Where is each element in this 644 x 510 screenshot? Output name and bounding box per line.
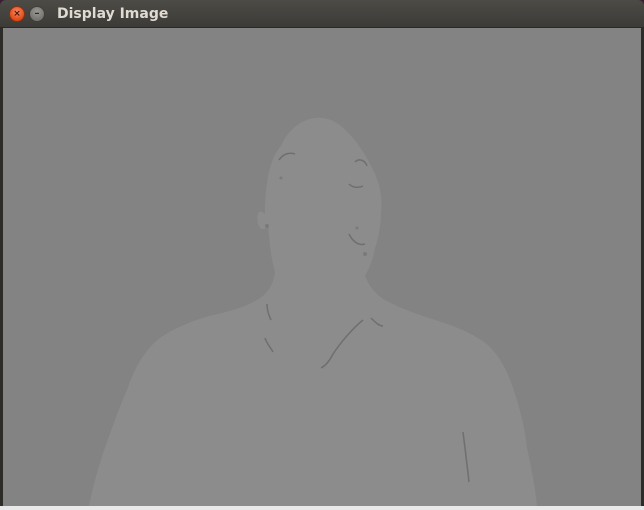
minimize-button[interactable]: – (29, 6, 45, 22)
window-title: Display Image (57, 6, 169, 22)
close-button[interactable]: × (9, 6, 25, 22)
depth-map-image (89, 117, 537, 506)
close-icon: × (13, 8, 21, 19)
window-bottom-edge (0, 506, 644, 510)
silhouette-shape (89, 117, 537, 506)
minimize-icon: – (34, 8, 40, 19)
image-display-area (3, 28, 641, 506)
app-window: × – Display Image (0, 0, 644, 510)
title-bar[interactable]: × – Display Image (0, 0, 644, 28)
